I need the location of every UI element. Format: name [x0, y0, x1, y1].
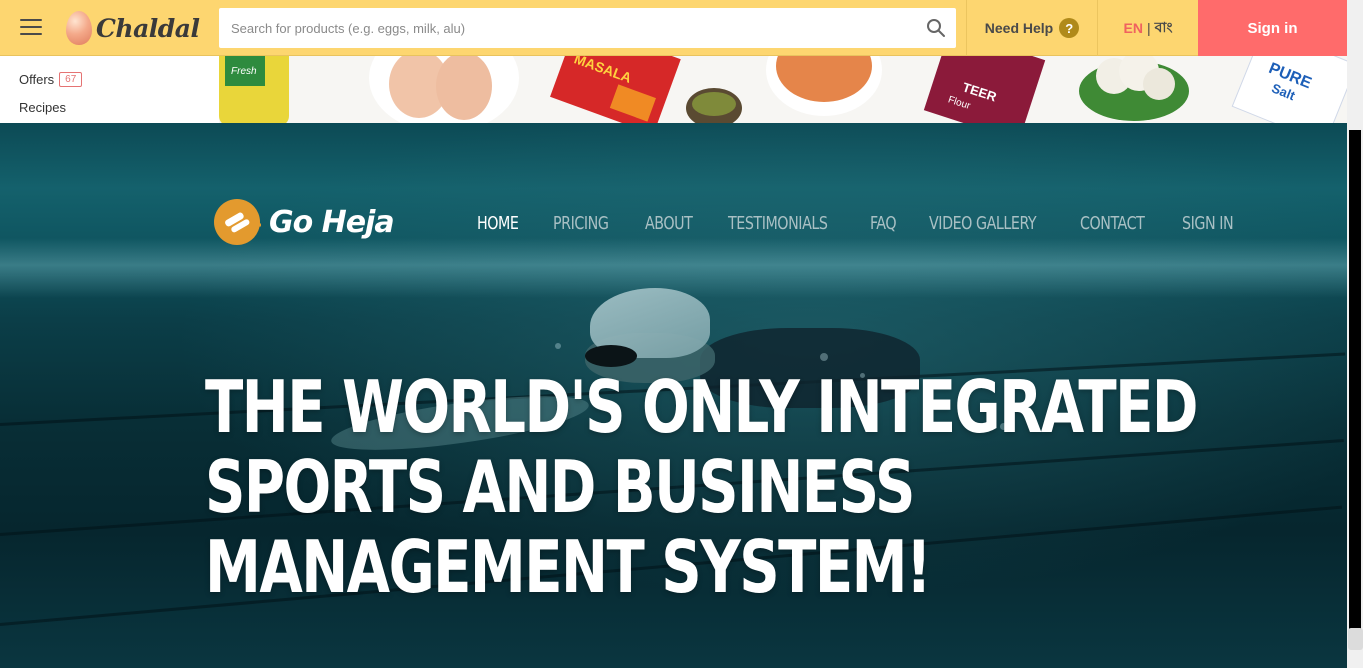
chaldal-header: Chaldal Need Help ? EN | বাং Sign in [0, 0, 1347, 56]
scrollbar-thumb[interactable] [1349, 130, 1361, 630]
lang-separator: | [1146, 20, 1151, 36]
goheja-logo-icon [214, 199, 261, 245]
nav-faq[interactable]: FAQ [870, 213, 897, 234]
egg-logo-icon [66, 11, 92, 45]
sidebar-item-label: Offers [19, 72, 55, 87]
hamburger-menu-icon[interactable] [20, 19, 42, 37]
bubble [820, 353, 828, 361]
nav-sign-in[interactable]: SIGN IN [1182, 213, 1234, 234]
sidebar: Offers 67 Recipes [0, 56, 219, 123]
headline-line: SPORTS AND BUSINESS [205, 445, 915, 529]
swimmer-goggle [585, 345, 637, 367]
product-banner[interactable]: Fresh MASALA TEER Flour PURE Salt [219, 56, 1347, 123]
chaldal-logo[interactable]: Chaldal [66, 9, 200, 47]
banner-products-image: Fresh MASALA TEER Flour PURE Salt [219, 56, 1347, 123]
lang-bn-option[interactable]: বাং [1155, 16, 1173, 40]
bubble [555, 343, 561, 349]
search-bar [219, 8, 956, 48]
nav-contact[interactable]: CONTACT [1080, 213, 1145, 234]
sidebar-item-recipes[interactable]: Recipes [19, 100, 66, 115]
logo-text: Chaldal [96, 13, 200, 43]
lang-en-option[interactable]: EN [1124, 20, 1143, 36]
svg-text:Fresh: Fresh [231, 66, 257, 77]
sidebar-item-label: Recipes [19, 100, 66, 115]
search-input[interactable] [219, 8, 916, 48]
sidebar-item-offers[interactable]: Offers 67 [19, 72, 83, 87]
goheja-hero: Go Heja HOME PRICING ABOUT TESTIMONIALS … [0, 123, 1347, 668]
nav-video-gallery[interactable]: VIDEO GALLERY [929, 213, 1037, 234]
nav-pricing[interactable]: PRICING [553, 213, 609, 234]
scrollbar-corner [1348, 628, 1363, 650]
nav-testimonials[interactable]: TESTIMONIALS [728, 213, 828, 234]
nav-home[interactable]: HOME [477, 213, 519, 234]
need-help-button[interactable]: Need Help ? [966, 0, 1097, 56]
headline-line: MANAGEMENT SYSTEM! [205, 525, 932, 609]
headline-line: THE WORLD'S ONLY INTEGRATED [205, 365, 1199, 449]
help-question-icon: ? [1059, 18, 1080, 38]
need-help-label: Need Help [984, 20, 1054, 36]
hero-headline: THE WORLD'S ONLY INTEGRATED SPORTS AND B… [205, 367, 1205, 607]
offers-count-badge: 67 [59, 72, 83, 87]
language-switcher: EN | বাং [1097, 0, 1198, 56]
goheja-nav: HOME PRICING ABOUT TESTIMONIALS FAQ VIDE… [477, 213, 1240, 234]
goheja-logo[interactable]: Go Heja [213, 198, 395, 246]
nav-about[interactable]: ABOUT [645, 213, 693, 234]
sign-in-button[interactable]: Sign in [1198, 0, 1347, 56]
search-icon[interactable] [916, 8, 956, 48]
goheja-brand-name: Go Heja [269, 204, 395, 240]
